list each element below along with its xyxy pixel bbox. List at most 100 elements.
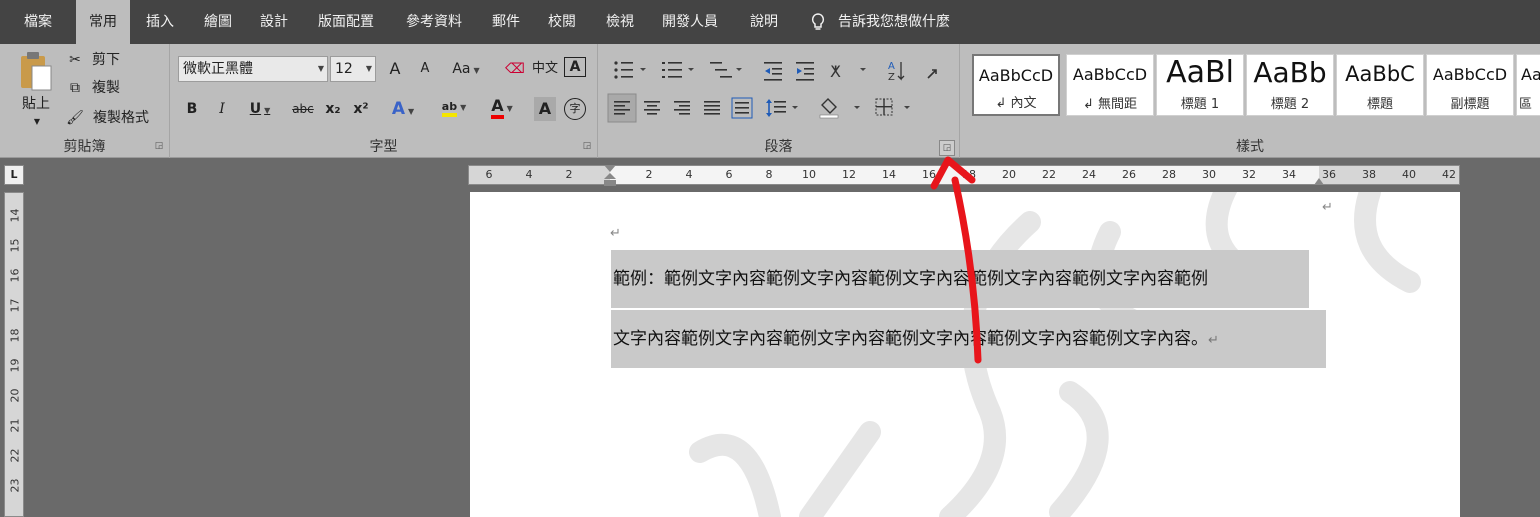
tab-stop-selector[interactable]: L: [4, 165, 24, 185]
subscript-button[interactable]: x₂: [322, 97, 344, 121]
ruler-number: 42: [1442, 168, 1456, 181]
document-page[interactable]: ↵ ↵ 範例：範例文字內容範例文字內容範例文字內容範例文字內容範例文字內容範例 …: [470, 192, 1460, 517]
font-color-label: A: [491, 96, 504, 119]
numbering-button[interactable]: [656, 58, 700, 84]
style-preview: AaBbC: [1345, 62, 1415, 86]
tab-mailings[interactable]: 郵件: [482, 0, 530, 44]
scissors-icon: ✂: [69, 52, 81, 68]
tab-developer[interactable]: 開發人員: [654, 0, 726, 44]
copy-button[interactable]: 複製: [88, 76, 124, 100]
character-border-button[interactable]: A: [564, 57, 586, 77]
justify-button[interactable]: [700, 94, 726, 122]
ruler-number: 20: [8, 388, 22, 403]
multilevel-list-button[interactable]: [704, 58, 748, 84]
distributed-button[interactable]: [728, 94, 756, 122]
ruler-number: 4: [685, 168, 693, 181]
paragraph-dialog-launcher[interactable]: ◲: [939, 140, 955, 156]
chinese-layout-button[interactable]: [826, 58, 870, 84]
superscript-button[interactable]: x²: [350, 97, 372, 121]
group-styles: AaBbCcD ↲ 內文 AaBbCcD ↲ 無間距 AaBl 標題 1 AaBb 標題…: [960, 44, 1540, 158]
align-right-button[interactable]: [670, 94, 696, 122]
font-color-button[interactable]: A ▼: [482, 94, 522, 119]
style-name: 標題: [1366, 97, 1393, 112]
ruler-number: 18: [962, 168, 976, 181]
indent-marker-icon[interactable]: [603, 164, 617, 188]
group-font: 微軟正黑體 ▼ 12 ▼ A A Aa ▼ ⌫ 中文 A B I U ▼ abc x₂ …: [170, 44, 598, 158]
grow-font-button[interactable]: A: [384, 57, 406, 81]
tab-design[interactable]: 設計: [250, 0, 298, 44]
style-no-spacing[interactable]: AaBbCcD ↲ 無間距: [1066, 54, 1154, 116]
style-preview: AaBbCcD: [978, 66, 1054, 85]
character-shading-button[interactable]: A: [534, 97, 556, 121]
style-preview: AaBbCcD: [1072, 65, 1148, 84]
lightbulb-icon: [811, 13, 825, 30]
style-normal[interactable]: AaBbCcD ↲ 內文: [972, 54, 1060, 116]
style-title[interactable]: AaBbC 標題: [1336, 54, 1424, 116]
tab-home[interactable]: 常用: [76, 0, 130, 44]
style-name: 標題 1: [1180, 97, 1220, 112]
font-name-combobox[interactable]: 微軟正黑體 ▼: [178, 56, 328, 82]
font-size-dropdown-icon: ▼: [365, 64, 372, 73]
ruler-number: 14: [8, 208, 22, 223]
font-size-combobox[interactable]: 12 ▼: [330, 56, 376, 82]
font-dialog-launcher[interactable]: ◲: [581, 140, 593, 152]
line-spacing-button[interactable]: [764, 94, 802, 122]
shading-button[interactable]: [816, 94, 864, 122]
paragraph-mark: ↵: [1208, 333, 1219, 348]
ruler-number: 20: [1002, 168, 1016, 181]
tab-review[interactable]: 校閱: [538, 0, 586, 44]
bold-button[interactable]: B: [182, 97, 202, 121]
text-effects-label: A: [391, 99, 405, 119]
ruler-number: 19: [8, 358, 22, 373]
paragraph-mark: ↵: [610, 226, 621, 241]
style-subtitle[interactable]: AaBbCcD 副標題: [1426, 54, 1514, 116]
tab-draw[interactable]: 繪圖: [194, 0, 242, 44]
format-painter-icon: 🖌: [66, 110, 84, 126]
bullets-button[interactable]: [608, 58, 652, 84]
enclose-characters-button[interactable]: 字: [564, 98, 586, 120]
selected-text-line-1[interactable]: 範例：範例文字內容範例文字內容範例文字內容範例文字內容範例文字內容範例: [611, 250, 1309, 308]
selected-text-line-2[interactable]: 文字內容範例文字內容範例文字內容範例文字內容範例文字內容範例文字內容。↵: [611, 310, 1326, 368]
align-center-button[interactable]: [640, 94, 666, 122]
clipboard-dialog-launcher[interactable]: ◲: [153, 140, 165, 152]
format-painter-button[interactable]: 複製格式: [88, 106, 154, 130]
horizontal-ruler[interactable]: 6 4 2 2 4 6 8 10 12 14 16 18 20 22 24 26 28 30 32 34 36 38 40 4…: [468, 164, 1460, 188]
ruler-number: 38: [1362, 168, 1376, 181]
italic-button[interactable]: I: [212, 97, 232, 121]
tab-help[interactable]: 說明: [740, 0, 788, 44]
style-preview: AaBb: [1253, 56, 1327, 89]
tab-layout[interactable]: 版面配置: [310, 0, 382, 44]
align-left-button[interactable]: [608, 94, 636, 122]
tab-file[interactable]: 檔案: [8, 0, 68, 44]
decrease-indent-button[interactable]: [760, 58, 786, 84]
ruler-number: 22: [8, 448, 22, 463]
cut-button[interactable]: 剪下: [88, 48, 124, 72]
style-name: 副標題: [1450, 97, 1490, 112]
right-indent-marker-icon[interactable]: [1313, 174, 1325, 186]
tell-me-search[interactable]: 告訴我您想做什麼: [838, 0, 968, 44]
sort-button[interactable]: [882, 58, 910, 84]
tab-view[interactable]: 檢視: [596, 0, 644, 44]
ruler-number: 8: [765, 168, 773, 181]
tab-insert[interactable]: 插入: [136, 0, 184, 44]
show-hide-marks-button[interactable]: [922, 58, 948, 84]
change-case-button[interactable]: Aa ▼: [448, 57, 484, 81]
borders-button[interactable]: [872, 94, 914, 122]
paste-dropdown-caret[interactable]: ▼: [30, 110, 44, 134]
tab-references[interactable]: 參考資料: [398, 0, 470, 44]
underline-button[interactable]: U ▼: [242, 97, 278, 121]
text-effects-button[interactable]: A ▼: [386, 97, 420, 121]
style-partial[interactable]: Aa 區: [1516, 54, 1540, 116]
style-name: ↲ 內文: [995, 96, 1037, 111]
highlight-color-button[interactable]: ab ▼: [434, 94, 474, 118]
strikethrough-button[interactable]: abc: [288, 97, 318, 121]
increase-indent-button[interactable]: [792, 58, 818, 84]
ruler-number: 6: [725, 168, 733, 181]
style-heading-2[interactable]: AaBb 標題 2: [1246, 54, 1334, 116]
clear-formatting-icon[interactable]: ⌫: [504, 57, 526, 81]
shrink-font-button[interactable]: A: [414, 57, 436, 81]
vertical-ruler[interactable]: 14 15 16 17 18 19 20 21 22 23: [4, 192, 24, 517]
style-heading-1[interactable]: AaBl 標題 1: [1156, 54, 1244, 116]
ruler-number: 21: [8, 418, 22, 433]
phonetic-guide-button[interactable]: 中文: [532, 57, 558, 81]
